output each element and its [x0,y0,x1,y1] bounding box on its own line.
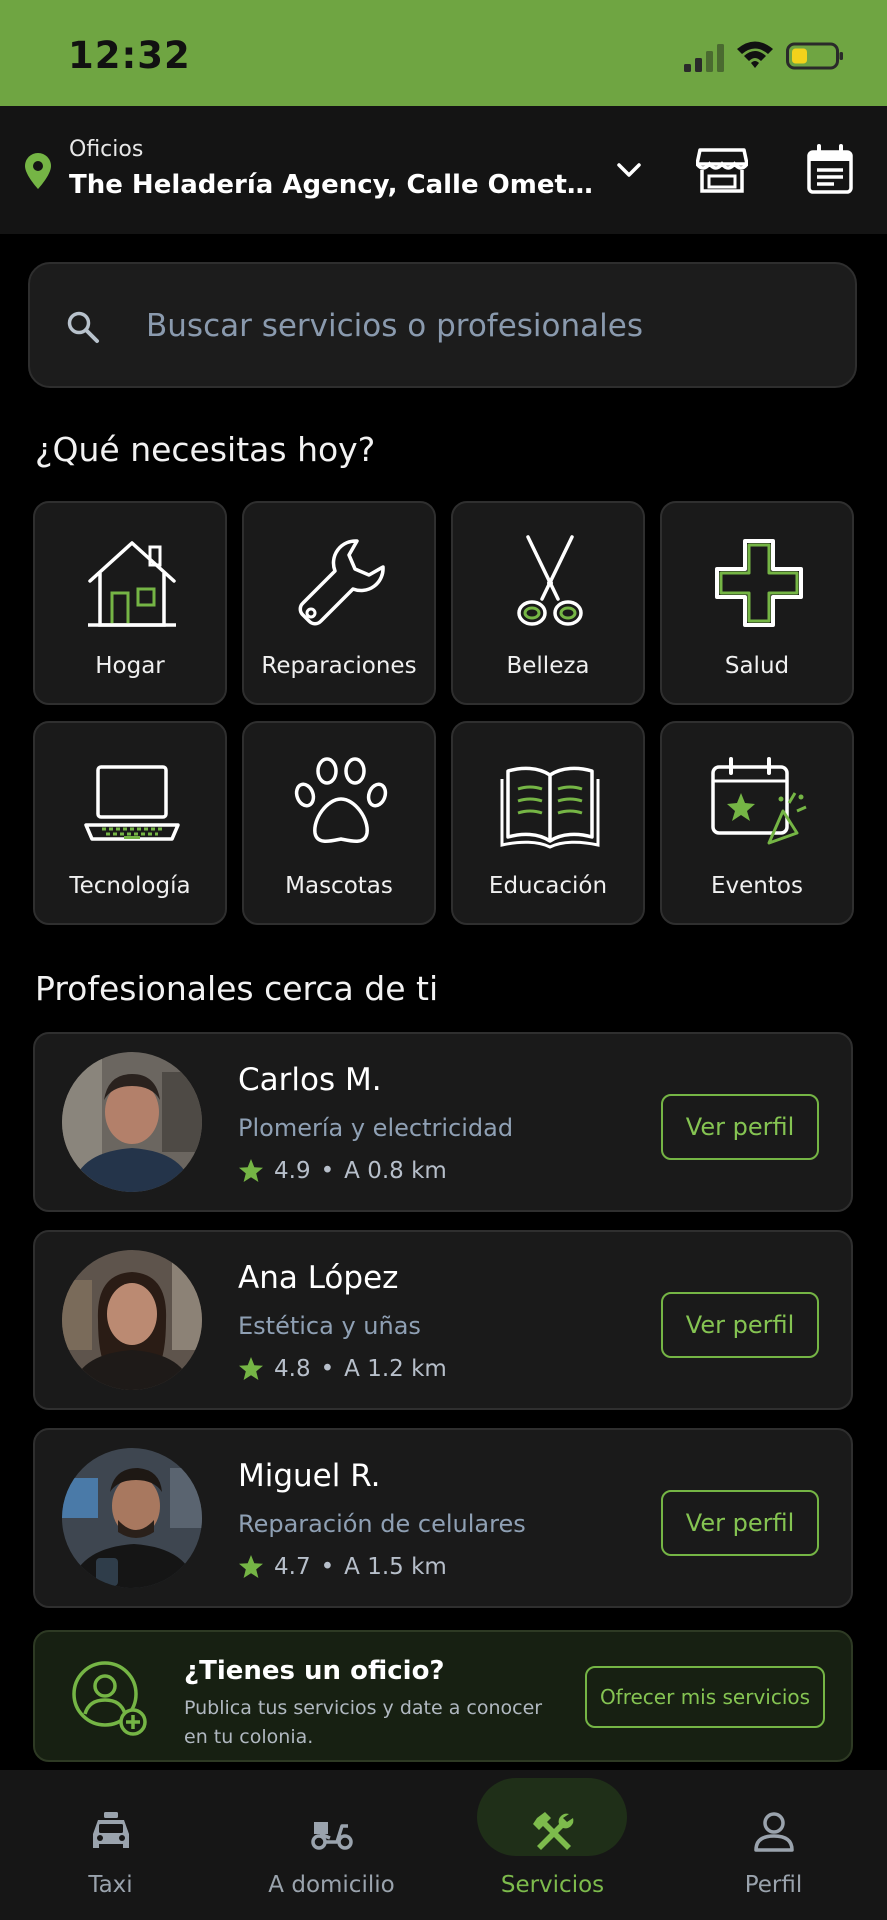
category-label: Educación [488,873,608,899]
view-profile-button[interactable]: Ver perfil [661,1094,819,1160]
distance-value: A 1.2 km [344,1356,447,1382]
category-mascotas[interactable]: Mascotas [242,721,436,925]
taxi-icon [93,1812,129,1848]
rating-value: 4.9 [274,1158,311,1184]
offer-services-banner: ¿Tienes un oficio? Publica tus servicios… [33,1630,853,1762]
category-label: Reparaciones [261,653,417,679]
promo-text: Publica tus servicios y date a conocer e… [184,1697,543,1748]
store-icon[interactable] [696,146,748,194]
rating-value: 4.7 [274,1554,311,1580]
professional-card: Ana López Estética y uñas 4.8 • A 1.2 km… [33,1230,853,1410]
nav-label: Taxi [88,1872,133,1898]
category-tecnologia[interactable]: Tecnología [33,721,227,925]
category-eventos[interactable]: Eventos [660,721,854,925]
view-profile-button[interactable]: Ver perfil [661,1490,819,1556]
category-hogar[interactable]: Hogar [33,501,227,705]
professional-card: Miguel R. Reparación de celulares 4.7 • … [33,1428,853,1608]
avatar[interactable] [62,1250,202,1390]
chevron-down-icon[interactable] [614,158,644,182]
nav-item-a-domicilio[interactable]: A domicilio [221,1770,442,1920]
professional-name: Miguel R. [238,1458,381,1494]
category-salud[interactable]: Salud [660,501,854,705]
view-profile-button[interactable]: Ver perfil [661,1292,819,1358]
nav-item-perfil[interactable]: Perfil [663,1770,884,1920]
star-icon [239,1159,263,1182]
professional-meta: 4.9 • A 0.8 km [238,1158,447,1184]
location-address[interactable]: The Heladería Agency, Calle Ometusco 20.… [69,170,604,200]
app-header: Oficios The Heladería Agency, Calle Omet… [0,106,887,234]
category-label: Salud [724,653,790,679]
signal-icon [684,44,724,72]
professional-specialty: Estética y uñas [238,1312,421,1340]
distance-value: A 1.5 km [344,1554,447,1580]
add-person-icon [72,1661,147,1736]
search-bar[interactable] [28,262,857,388]
professional-meta: 4.7 • A 1.5 km [238,1554,447,1580]
category-label: Belleza [506,653,590,679]
location-pin-icon [25,153,51,189]
category-label: Hogar [95,653,165,679]
categories-title: ¿Qué necesitas hoy? [35,430,376,469]
distance-value: A 0.8 km [344,1158,447,1184]
nav-label: Perfil [744,1872,803,1898]
bottom-nav: Taxi A domicilio Servicios Perfil [0,1770,887,1920]
professional-name: Ana López [238,1260,399,1296]
professional-specialty: Plomería y electricidad [238,1114,514,1142]
battery-icon [786,42,843,70]
search-input[interactable] [146,294,826,358]
delivery-scooter-icon [311,1822,353,1850]
category-label: Eventos [711,873,803,899]
category-label: Mascotas [285,873,393,899]
search-icon [67,311,99,343]
professional-card: Carlos M. Plomería y electricidad 4.9 • … [33,1032,853,1212]
tools-icon [533,1812,574,1850]
promo-title: ¿Tienes un oficio? [184,1656,445,1686]
wifi-icon [737,41,773,68]
calendar-list-icon[interactable] [806,144,854,194]
professionals-title: Profesionales cerca de ti [35,969,439,1008]
location-label: Oficios [69,137,144,162]
scissors-icon [517,535,583,626]
status-time: 12:32 [68,34,191,77]
category-label: Tecnología [69,873,191,899]
avatar[interactable] [62,1052,202,1192]
star-icon [239,1555,263,1578]
person-icon [754,1812,794,1852]
professional-name: Carlos M. [238,1062,382,1098]
professional-specialty: Reparación de celulares [238,1510,526,1538]
health-cross-icon [715,539,803,627]
nav-item-taxi[interactable]: Taxi [0,1770,221,1920]
book-icon [500,766,600,849]
status-bar: 12:32 [0,0,887,106]
house-icon [88,541,176,627]
category-reparaciones[interactable]: Reparaciones [242,501,436,705]
laptop-icon [84,765,180,841]
star-icon [239,1357,263,1380]
nav-item-servicios[interactable]: Servicios [442,1770,663,1920]
category-belleza[interactable]: Belleza [451,501,645,705]
professional-meta: 4.8 • A 1.2 km [238,1356,447,1382]
wrench-icon [298,539,385,626]
paw-icon [294,757,388,843]
nav-label: Servicios [500,1872,605,1898]
rating-value: 4.8 [274,1356,311,1382]
category-educacion[interactable]: Educación [451,721,645,925]
event-calendar-icon [711,757,807,845]
offer-services-button[interactable]: Ofrecer mis servicios [585,1666,825,1728]
avatar[interactable] [62,1448,202,1588]
nav-label: A domicilio [268,1872,395,1898]
